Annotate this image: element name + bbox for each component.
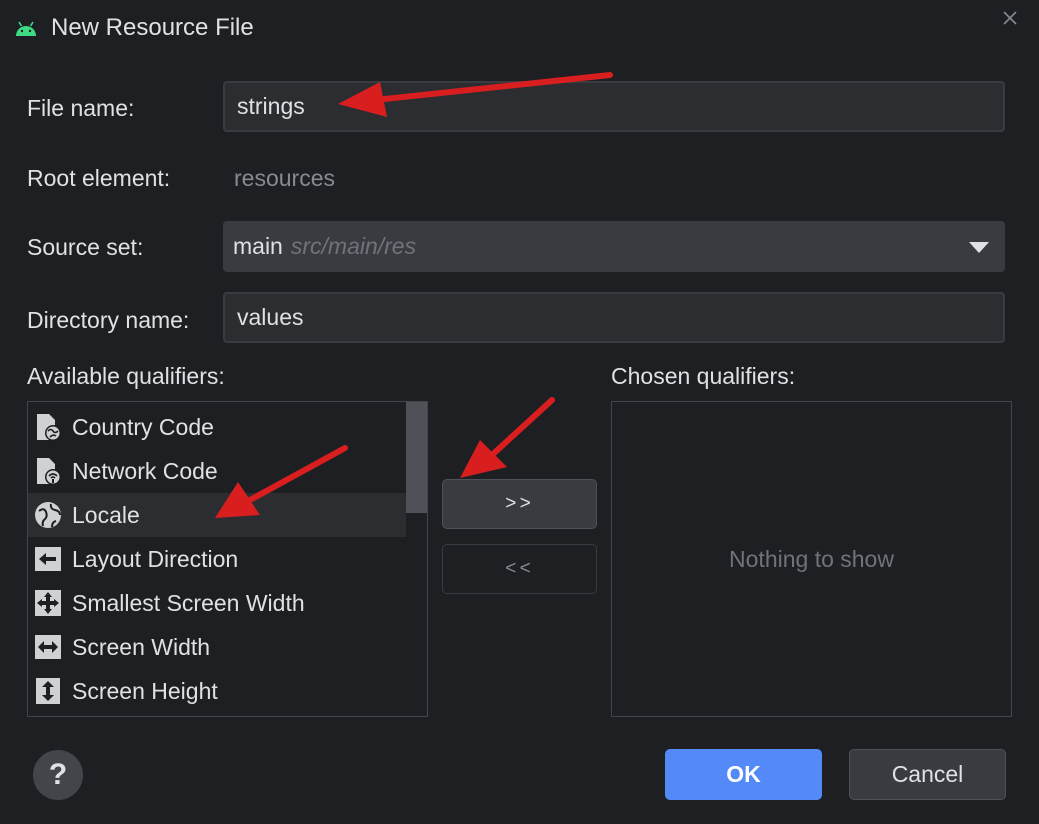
list-item-label: Smallest Screen Width	[72, 589, 305, 616]
source-set-label: Source set:	[27, 234, 144, 260]
screen-width-icon	[35, 635, 61, 659]
list-item[interactable]: Screen Height	[28, 669, 406, 713]
directory-name-field[interactable]: values	[223, 292, 1005, 343]
root-element-label: Root element:	[27, 165, 171, 191]
list-item-label: Screen Height	[72, 677, 218, 704]
android-icon	[16, 21, 36, 36]
directory-name-value: values	[237, 304, 304, 330]
list-item[interactable]: Screen Width	[28, 625, 406, 669]
list-item-label: Country Code	[72, 413, 214, 440]
list-item-label: Layout Direction	[72, 545, 239, 572]
layout-direction-icon	[35, 547, 61, 571]
list-item-label: Screen Width	[72, 633, 211, 660]
file-name-value: strings	[237, 93, 305, 119]
chevron-down-icon	[969, 242, 989, 253]
annotation-arrow	[460, 397, 555, 478]
add-qualifier-button[interactable]: >>	[442, 479, 597, 529]
help-button[interactable]: ?	[33, 750, 83, 800]
dialog-title: New Resource File	[51, 14, 254, 41]
root-element-value: resources	[234, 165, 335, 191]
file-name-label: File name:	[27, 95, 135, 121]
country-code-icon	[37, 414, 61, 441]
globe-icon	[35, 502, 61, 528]
available-qualifiers-list[interactable]: Country Code Network Code Locale Layout …	[27, 401, 428, 717]
ok-button[interactable]: OK	[665, 749, 822, 800]
list-scrollbar[interactable]	[406, 402, 427, 513]
source-set-value: main	[233, 233, 283, 259]
cancel-button[interactable]: Cancel	[849, 749, 1006, 800]
list-item[interactable]: Layout Direction	[28, 537, 406, 581]
empty-state-text: Nothing to show	[729, 545, 894, 572]
list-item-selected[interactable]: Locale	[28, 493, 406, 537]
screen-height-icon	[36, 678, 60, 704]
smallest-screen-width-icon	[35, 590, 61, 616]
list-item[interactable]: Smallest Screen Width	[28, 581, 406, 625]
list-item[interactable]: Network Code	[28, 449, 406, 493]
list-item-label: Network Code	[72, 457, 218, 484]
source-set-path: src/main/res	[290, 233, 417, 259]
close-icon[interactable]	[1000, 8, 1020, 28]
available-qualifiers-label: Available qualifiers:	[27, 363, 225, 389]
network-code-icon	[37, 458, 61, 485]
chosen-qualifiers-label: Chosen qualifiers:	[611, 363, 796, 389]
directory-name-label: Directory name:	[27, 307, 190, 333]
source-set-dropdown[interactable]: main src/main/res	[223, 221, 1005, 272]
chosen-qualifiers-list[interactable]: Nothing to show	[611, 401, 1012, 717]
remove-qualifier-button[interactable]: <<	[442, 544, 597, 594]
file-name-field[interactable]: strings	[223, 81, 1005, 132]
list-item[interactable]: Country Code	[28, 405, 406, 449]
list-item-label: Locale	[72, 501, 140, 528]
